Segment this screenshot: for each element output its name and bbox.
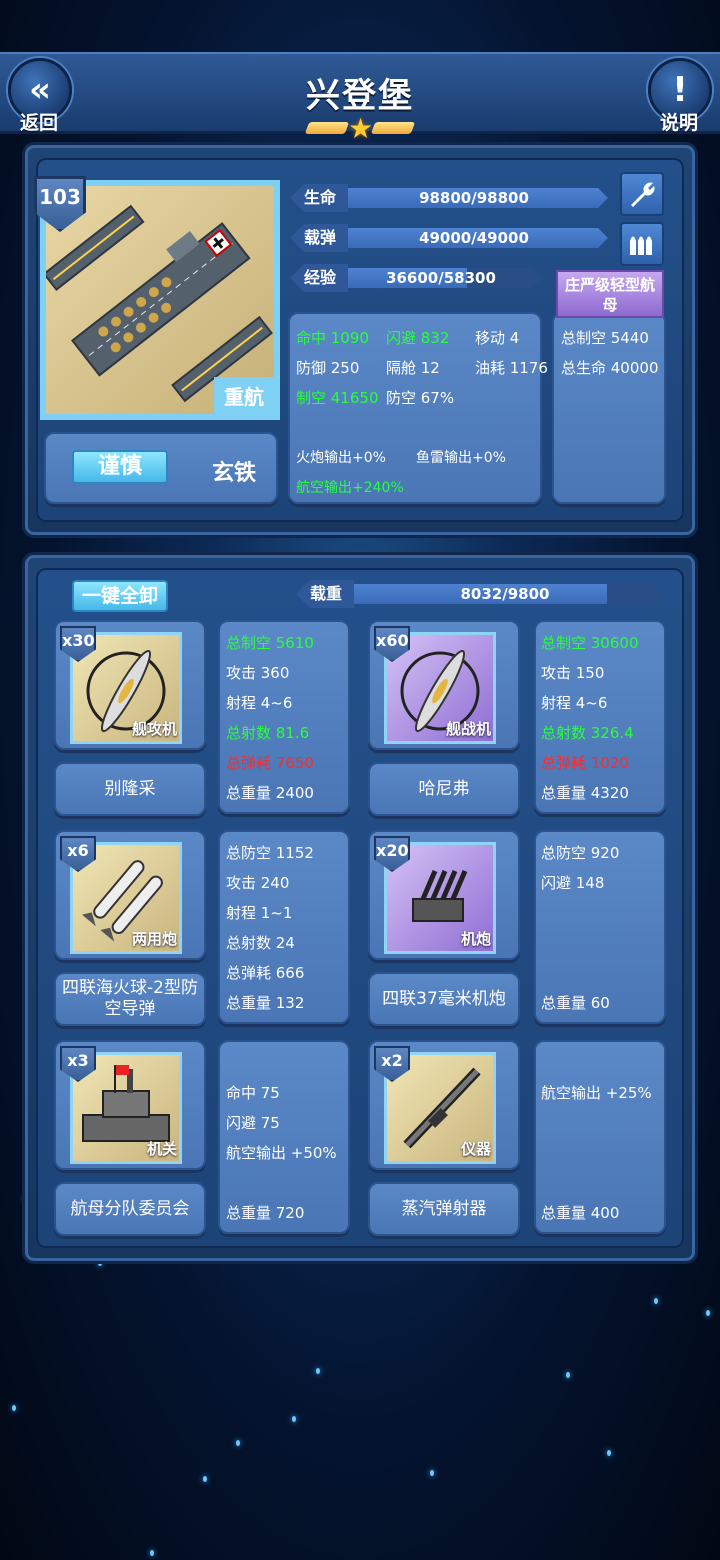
equipment-type-4: 机炮 <box>460 930 491 948</box>
equipment-3-stat-6: 总重量 132 <box>226 994 305 1012</box>
wrench-icon <box>631 182 655 207</box>
unload-all-button[interactable]: 一键全卸 <box>72 580 168 612</box>
material-label: 玄铁 <box>212 461 257 486</box>
equipment-icon-2: 舰战机 x60 <box>374 626 498 750</box>
capacity-bar: 载重 8032/9800 <box>296 580 664 608</box>
equipment-2-stat-6: 总重量 4320 <box>541 784 629 802</box>
stat-gun-output: 火炮输出+0% <box>296 450 386 466</box>
equipment-icon-6: 仪器 x2 <box>374 1046 498 1170</box>
stat-air-control: 制空 41650 <box>296 389 379 407</box>
equipment-3-stat-5: 总弹耗 666 <box>226 964 305 982</box>
equipment-name-1: 别隆采 <box>54 762 206 816</box>
equipment-5-stat-6: 总重量 720 <box>226 1204 305 1222</box>
exp-value: 36600/58300 <box>386 269 496 287</box>
stat-air-output: 航空输出+240% <box>296 480 404 496</box>
exclamation-icon: ! <box>672 70 688 110</box>
equipment-4-stat-6: 总重量 60 <box>541 994 610 1012</box>
hp-bar: 生命 98800/98800 <box>290 184 608 212</box>
equipment-type-6: 仪器 <box>460 1140 491 1158</box>
equipment-3-stat-1: 总防空 1152 <box>226 844 314 862</box>
equipment-icon-5: 机关 x3 <box>60 1046 184 1170</box>
equipment-name-3: 四联海火球-2型防空导弹 <box>54 972 206 1026</box>
page-title: 兴登堡 <box>306 76 414 116</box>
equipment-name-5: 航母分队委员会 <box>54 1182 206 1236</box>
equipment-1-stat-6: 总重量 2400 <box>226 784 314 802</box>
stat-torpedo-output: 鱼雷输出+0% <box>416 450 506 466</box>
capacity-value: 8032/9800 <box>460 585 550 603</box>
equipment-2-stat-1: 总制空 30600 <box>541 634 639 652</box>
stat-move: 移动 4 <box>475 329 520 347</box>
stat-hit: 命中 1090 <box>296 329 369 347</box>
equipment-2-stat-5: 总弹耗 1020 <box>541 754 629 772</box>
ammo-value: 49000/49000 <box>419 229 529 247</box>
ammo-bar: 载弹 49000/49000 <box>290 224 608 252</box>
equipment-type-1: 舰攻机 <box>131 720 177 738</box>
equipment-3-stat-3: 射程 1~1 <box>226 904 293 922</box>
equipment-icon-3: 两用炮 x6 <box>60 836 184 960</box>
help-label: 说明 <box>660 112 699 134</box>
ship-class-badge: 庄严级轻型航母 <box>556 270 664 318</box>
equipment-6-stat-2: 航空输出 +25% <box>541 1084 652 1102</box>
equipment-icon-4: 机炮 x20 <box>374 836 498 960</box>
equipment-1-stat-4: 总射数 81.6 <box>226 724 310 742</box>
star-rating: ★ <box>304 112 416 145</box>
equipment-type-5: 机关 <box>146 1140 177 1158</box>
equipment-3-stat-2: 攻击 240 <box>226 874 290 892</box>
equipment-1-stat-2: 攻击 360 <box>226 664 290 682</box>
ammo-icon <box>630 236 652 255</box>
equipment-icon-1: 舰攻机 x30 <box>60 626 184 750</box>
equipment-4-stat-1: 总防空 920 <box>541 844 620 862</box>
equipment-1-stat-1: 总制空 5610 <box>226 634 314 652</box>
equipment-2-stat-3: 射程 4~6 <box>541 694 608 712</box>
repair-button[interactable] <box>620 172 664 216</box>
equipment-6-stat-6: 总重量 400 <box>541 1204 620 1222</box>
equipment-name-4: 四联37毫米机炮 <box>368 972 520 1026</box>
stat-fuel: 油耗 1176 <box>475 359 548 377</box>
trait-button[interactable]: 谨慎 <box>72 450 168 484</box>
equipment-2-stat-4: 总射数 326.4 <box>541 724 634 742</box>
ammo-refill-button[interactable] <box>620 222 664 266</box>
equipment-1-stat-3: 射程 4~6 <box>226 694 293 712</box>
equipment-5-stat-2: 命中 75 <box>226 1084 280 1102</box>
stat-bulkhead: 隔舱 12 <box>386 359 440 377</box>
star-icon: ★ <box>348 112 374 145</box>
stat-evasion: 闪避 832 <box>386 329 450 347</box>
equipment-5-stat-4: 航空输出 +50% <box>226 1144 337 1162</box>
equipment-2-stat-2: 攻击 150 <box>541 664 605 682</box>
ship-type-tag: 重航 <box>214 377 274 414</box>
equipment-name-2: 哈尼弗 <box>368 762 520 816</box>
stat-aa: 防空 67% <box>386 389 455 407</box>
stat-defense: 防御 250 <box>296 359 360 377</box>
equipment-type-2: 舰战机 <box>445 720 491 738</box>
class-total-air: 总制空 5440 <box>561 329 649 347</box>
exp-bar: 经验 36600/58300 <box>290 264 542 292</box>
equipment-5-stat-3: 闪避 75 <box>226 1114 280 1132</box>
hp-value: 98800/98800 <box>419 189 529 207</box>
class-total-hp: 总生命 40000 <box>561 359 659 377</box>
equipment-3-stat-4: 总射数 24 <box>226 934 295 952</box>
equipment-name-6: 蒸汽弹射器 <box>368 1182 520 1236</box>
equipment-type-3: 两用炮 <box>131 930 177 948</box>
equipment-1-stat-5: 总弹耗 7650 <box>226 754 314 772</box>
equipment-4-stat-2: 闪避 148 <box>541 874 605 892</box>
